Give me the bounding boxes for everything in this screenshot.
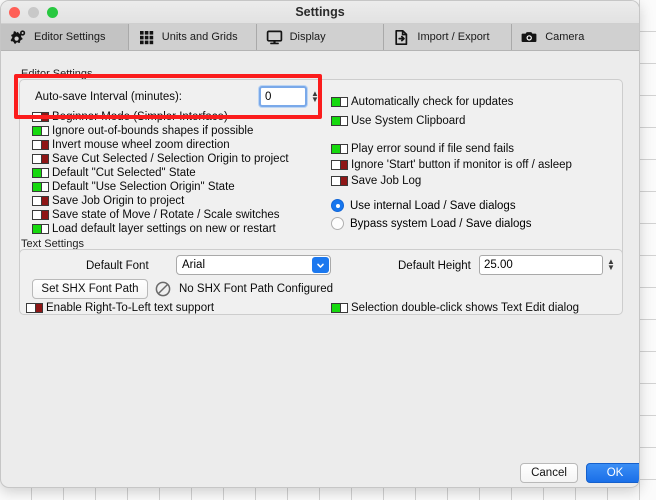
grid-dots-icon: [138, 29, 155, 46]
autosave-interval-input[interactable]: 0: [259, 86, 307, 107]
radio-icon[interactable]: [331, 217, 344, 230]
zoom-button[interactable]: [47, 6, 58, 18]
toggle-save-job-log[interactable]: Save Job Log: [331, 175, 421, 187]
toggle-save-cut-selected-origin[interactable]: Save Cut Selected / Selection Origin to …: [32, 153, 289, 165]
toggle-switch-icon[interactable]: [32, 182, 49, 192]
toggle-default-cut-selected-state[interactable]: Default "Cut Selected" State: [32, 167, 196, 179]
window-controls: [1, 6, 58, 18]
tab-import-export[interactable]: Import / Export: [384, 24, 513, 50]
radio-bypass-system-dialogs[interactable]: Bypass system Load / Save dialogs: [331, 217, 532, 230]
toggle-label: Default "Cut Selected" State: [52, 167, 196, 179]
tab-units-and-grids[interactable]: Units and Grids: [128, 24, 257, 50]
radio-icon[interactable]: [331, 199, 344, 212]
tab-editor-settings[interactable]: Editor Settings: [1, 24, 129, 50]
shx-font-path-status: No SHX Font Path Configured: [179, 283, 334, 295]
radio-label: Bypass system Load / Save dialogs: [350, 217, 532, 230]
toggle-label: Default "Use Selection Origin" State: [52, 181, 235, 193]
document-import-icon: [393, 29, 410, 46]
stepper-down-icon[interactable]: ▼: [311, 95, 319, 103]
default-height-input[interactable]: 25.00: [479, 255, 603, 275]
default-height-stepper[interactable]: ▲ ▼: [605, 255, 617, 275]
toggle-switch-icon[interactable]: [32, 210, 49, 220]
camera-icon: [521, 29, 538, 46]
toggle-default-use-selection-origin-state[interactable]: Default "Use Selection Origin" State: [32, 181, 235, 193]
default-font-combobox[interactable]: Arial: [176, 255, 331, 275]
toggle-label: Automatically check for updates: [351, 96, 514, 108]
set-shx-font-path-button[interactable]: Set SHX Font Path: [32, 279, 148, 299]
autosave-interval-label: Auto-save Interval (minutes):: [35, 91, 183, 103]
toggle-switch-icon[interactable]: [32, 154, 49, 164]
default-height-label: Default Height: [398, 260, 471, 272]
toggle-beginner-mode[interactable]: Beginner Mode (Simpler Interface): [32, 111, 228, 123]
settings-content: Editor Settings Auto-save Interval (minu…: [1, 51, 639, 487]
radio-use-internal-dialogs[interactable]: Use internal Load / Save dialogs: [331, 199, 516, 212]
minimize-button[interactable]: [28, 6, 39, 18]
toggle-save-job-origin[interactable]: Save Job Origin to project: [32, 195, 184, 207]
toggle-label: Use System Clipboard: [351, 115, 466, 127]
title-bar: Settings: [1, 1, 639, 24]
settings-tab-bar: Editor Settings Units and Grids Display …: [1, 24, 639, 51]
radio-label: Use internal Load / Save dialogs: [350, 199, 516, 212]
tab-label: Display: [289, 31, 326, 43]
tab-label: Import / Export: [417, 31, 490, 43]
toggle-save-move-rotate-scale[interactable]: Save state of Move / Rotate / Scale swit…: [32, 209, 280, 221]
toggle-switch-icon[interactable]: [331, 97, 348, 107]
default-font-label: Default Font: [86, 260, 149, 272]
cancel-button[interactable]: Cancel: [520, 463, 578, 483]
toggle-play-error-sound[interactable]: Play error sound if file send fails: [331, 143, 514, 155]
tab-camera[interactable]: Camera: [512, 24, 639, 50]
toggle-label: Save Cut Selected / Selection Origin to …: [52, 153, 289, 165]
toggle-load-default-layer-settings[interactable]: Load default layer settings on new or re…: [32, 223, 276, 235]
toggle-label: Enable Right-To-Left text support: [46, 302, 215, 314]
toggle-label: Play error sound if file send fails: [351, 143, 514, 155]
stepper-down-icon[interactable]: ▼: [607, 264, 615, 272]
toggle-switch-icon[interactable]: [32, 168, 49, 178]
tab-label: Editor Settings: [34, 31, 106, 43]
toggle-switch-icon[interactable]: [32, 126, 49, 136]
autosave-interval-stepper[interactable]: ▲ ▼: [309, 86, 321, 107]
tab-label: Camera: [545, 31, 585, 43]
toggle-switch-icon[interactable]: [331, 176, 348, 186]
toggle-right-to-left-text[interactable]: Enable Right-To-Left text support: [26, 302, 214, 314]
tab-display[interactable]: Display: [256, 24, 385, 50]
toggle-switch-icon[interactable]: [32, 224, 49, 234]
toggle-switch-icon[interactable]: [32, 112, 49, 122]
settings-dialog-window: Settings Editor Settings Units and Grids…: [0, 0, 640, 488]
toggle-switch-icon[interactable]: [331, 116, 348, 126]
toggle-label: Save state of Move / Rotate / Scale swit…: [52, 209, 280, 221]
toggle-label: Beginner Mode (Simpler Interface): [52, 111, 228, 123]
window-title: Settings: [295, 5, 345, 19]
default-height-field[interactable]: 25.00 ▲ ▼: [479, 255, 619, 275]
toggle-selection-double-click-text-edit[interactable]: Selection double-click shows Text Edit d…: [331, 302, 579, 314]
autosave-interval-field[interactable]: 0 ▲ ▼: [259, 86, 321, 107]
gear-icon: [10, 29, 27, 46]
ok-button[interactable]: OK: [586, 463, 639, 483]
monitor-icon: [266, 29, 283, 46]
toggle-use-system-clipboard[interactable]: Use System Clipboard: [331, 115, 465, 127]
toggle-label: Ignore out-of-bounds shapes if possible: [52, 125, 254, 137]
toggle-label: Save Job Log: [351, 175, 422, 187]
toggle-invert-mouse-wheel[interactable]: Invert mouse wheel zoom direction: [32, 139, 230, 151]
toggle-label: Selection double-click shows Text Edit d…: [351, 302, 579, 314]
toggle-ignore-out-of-bounds[interactable]: Ignore out-of-bounds shapes if possible: [32, 125, 253, 137]
tab-label: Units and Grids: [161, 31, 238, 43]
toggle-label: Load default layer settings on new or re…: [52, 223, 276, 235]
default-font-value: Arial: [182, 259, 206, 271]
chevron-down-icon[interactable]: [312, 257, 329, 273]
toggle-label: Invert mouse wheel zoom direction: [52, 139, 230, 151]
toggle-label: Ignore 'Start' button if monitor is off …: [351, 159, 572, 171]
close-button[interactable]: [9, 6, 20, 18]
toggle-auto-check-updates[interactable]: Automatically check for updates: [331, 96, 513, 108]
toggle-switch-icon[interactable]: [26, 303, 43, 313]
no-entry-icon: [155, 281, 171, 297]
toggle-ignore-start-button[interactable]: Ignore 'Start' button if monitor is off …: [331, 159, 572, 171]
toggle-switch-icon[interactable]: [32, 140, 49, 150]
toggle-switch-icon[interactable]: [331, 144, 348, 154]
toggle-switch-icon[interactable]: [331, 160, 348, 170]
toggle-switch-icon[interactable]: [32, 196, 49, 206]
toggle-switch-icon[interactable]: [331, 303, 348, 313]
toggle-label: Save Job Origin to project: [52, 195, 185, 207]
